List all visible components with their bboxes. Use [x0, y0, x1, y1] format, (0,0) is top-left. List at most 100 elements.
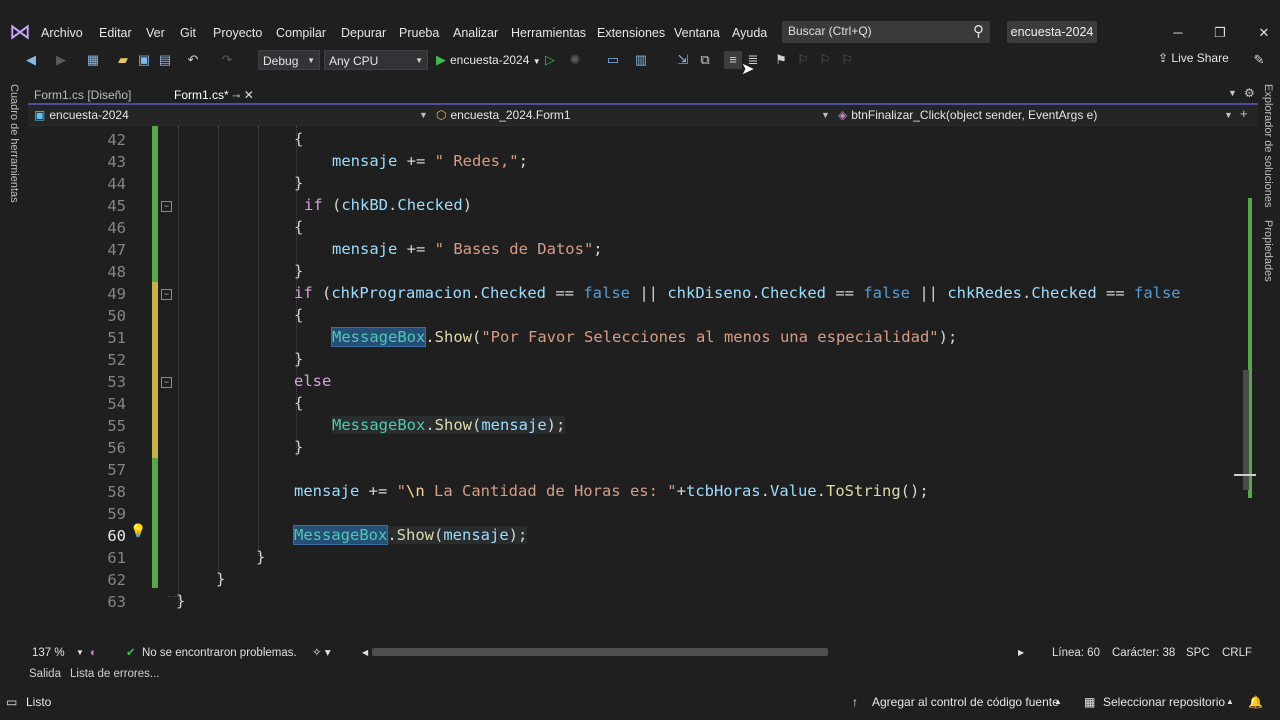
code-line: MessageBox.Show(mensaje); [332, 416, 566, 434]
toolbox-tab[interactable]: Cuadro de herramientas [8, 84, 20, 203]
project-dropdown[interactable]: ▣ encuesta-2024 [34, 106, 129, 124]
scroll-right-icon[interactable]: ▶ [1018, 645, 1024, 661]
platform-select[interactable]: Any CPU ▼ [324, 50, 428, 70]
line-ending-indicator[interactable]: CRLF [1222, 645, 1252, 661]
copilot-icon[interactable]: ◐ [90, 645, 97, 661]
live-share-button[interactable]: ⇪ Live Share [1158, 51, 1229, 65]
collapse-icon[interactable]: − [161, 377, 172, 388]
chevron-up-icon[interactable]: ▲ [1054, 694, 1062, 710]
visual-studio-logo-icon[interactable]: ⋈ [8, 20, 32, 44]
code-line: mensaje += " Redes,"; [332, 152, 528, 170]
restore-icon[interactable]: ❐ [1210, 24, 1230, 42]
tab-overflow-icon[interactable]: ▼ [1228, 88, 1237, 98]
comment-lines-icon[interactable]: ≡ [724, 51, 742, 69]
collapse-icon[interactable]: − [161, 201, 172, 212]
solution-name-badge[interactable]: encuesta-2024 [1007, 21, 1097, 43]
navigate-back-icon[interactable]: ◀ [22, 51, 40, 69]
solution-explorer-tab[interactable]: Explorador de soluciones [1262, 84, 1274, 208]
run-target-label: encuesta-2024 [450, 53, 530, 67]
close-tab-icon[interactable]: ✕ [244, 88, 254, 102]
select-repository[interactable]: Seleccionar repositorio [1103, 694, 1225, 710]
problems-status[interactable]: No se encontraron problemas. [142, 645, 297, 661]
code-line: } [216, 570, 226, 588]
chevron-down-icon[interactable]: ▼ [419, 106, 428, 124]
menu-editar[interactable]: Editar [99, 24, 132, 42]
zoom-level[interactable]: 137 % [32, 645, 65, 661]
split-add-icon[interactable]: + [1240, 106, 1248, 121]
horizontal-scrollbar[interactable] [372, 648, 828, 656]
open-folder-icon[interactable]: ▰ [114, 51, 132, 69]
new-project-icon[interactable]: ▦ [84, 51, 102, 69]
line-number: 46 [107, 219, 126, 237]
menu-extensiones[interactable]: Extensiones [597, 24, 665, 42]
pin-icon[interactable]: ⊸ [232, 91, 240, 102]
line-indicator[interactable]: Línea: 60 [1052, 645, 1100, 661]
menu-ventana[interactable]: Ventana [674, 24, 720, 42]
redo-icon[interactable]: ↷ [218, 51, 236, 69]
tab-error-list[interactable]: Lista de errores... [70, 666, 159, 682]
configuration-select[interactable]: Debug ▼ [258, 50, 320, 70]
class-dropdown[interactable]: ⬡ encuesta_2024.Form1 [436, 106, 571, 124]
step-icon[interactable]: ⇲ [674, 51, 692, 69]
close-icon[interactable]: ✕ [1254, 24, 1274, 42]
minimize-icon[interactable]: ─ [1168, 24, 1188, 42]
tab-output[interactable]: Salida [29, 666, 61, 682]
bookmark-icon[interactable]: ⚑ [772, 51, 790, 69]
notifications-icon[interactable]: 🔔 [1248, 694, 1263, 710]
code-editor[interactable]: 42 43 44 45 46 47 48 49 50 51 52 53 54 5… [28, 126, 1238, 644]
menu-proyecto[interactable]: Proyecto [213, 24, 262, 42]
chevron-up-icon[interactable]: ▲ [1226, 694, 1234, 710]
hot-reload-icon[interactable]: ✺ [566, 51, 584, 69]
chevron-down-icon: ▼ [532, 57, 541, 66]
chevron-down-icon[interactable]: ▼ [76, 645, 84, 661]
chevron-down-icon[interactable]: ▼ [821, 106, 830, 124]
chevron-down-icon[interactable]: ▼ [1224, 106, 1233, 124]
menu-depurar[interactable]: Depurar [341, 24, 386, 42]
scrollbar-thumb[interactable] [1243, 370, 1249, 490]
line-number-current: 60 [107, 527, 126, 545]
navigate-forward-icon[interactable]: ▶ [52, 51, 70, 69]
collapse-icon[interactable]: − [161, 289, 172, 300]
prev-bookmark-icon[interactable]: ⚐ [794, 51, 812, 69]
menu-ver[interactable]: Ver [146, 24, 165, 42]
change-indicator [152, 126, 158, 282]
menu-archivo[interactable]: Archivo [41, 24, 83, 42]
vertical-scrollbar[interactable] [1234, 126, 1256, 644]
start-debugging-button[interactable]: ▶ encuesta-2024 ▼ [436, 50, 541, 70]
properties-tab[interactable]: Propiedades [1262, 220, 1274, 282]
code-line: { [294, 218, 304, 236]
next-bookmark-icon[interactable]: ⚐ [816, 51, 834, 69]
whitespace-indicator[interactable]: SPC [1186, 645, 1210, 661]
char-indicator[interactable]: Carácter: 38 [1112, 645, 1175, 661]
feedback-icon[interactable]: ✎ [1250, 51, 1268, 69]
settings-gear-icon[interactable]: ⚙ [1244, 86, 1255, 100]
start-without-debugging-icon[interactable]: ▷ [541, 51, 559, 69]
change-indicator [152, 282, 158, 458]
add-to-source-control[interactable]: Agregar al control de código fuente [872, 694, 1059, 710]
save-icon[interactable]: ▣ [135, 51, 153, 69]
line-number: 50 [107, 307, 126, 325]
line-number: 57 [107, 461, 126, 479]
code-line: } [294, 438, 304, 456]
solution-explorer-icon[interactable]: ▭ [604, 51, 622, 69]
line-number: 62 [107, 571, 126, 589]
save-all-icon[interactable]: ▤ [156, 51, 174, 69]
tab-form1-design[interactable]: Form1.cs [Diseño] [28, 86, 137, 104]
scroll-left-icon[interactable]: ◀ [362, 645, 368, 661]
code-line: { [294, 130, 304, 148]
undo-icon[interactable]: ↶ [184, 51, 202, 69]
member-dropdown[interactable]: ◈ btnFinalizar_Click(object sender, Event… [838, 106, 1097, 124]
format-icon[interactable]: ⧉ [696, 51, 714, 69]
layout-icon[interactable]: ▥ [632, 51, 650, 69]
menu-ayuda[interactable]: Ayuda [732, 24, 767, 42]
menu-analizar[interactable]: Analizar [453, 24, 498, 42]
menu-prueba[interactable]: Prueba [399, 24, 439, 42]
share-icon: ⇪ [1158, 51, 1172, 65]
clear-bookmarks-icon[interactable]: ⚐ [838, 51, 856, 69]
lightbulb-icon[interactable]: 💡 [130, 523, 146, 539]
menu-compilar[interactable]: Compilar [276, 24, 326, 42]
menu-herramientas[interactable]: Herramientas [511, 24, 586, 42]
search-box[interactable]: Buscar (Ctrl+Q) ⚲ [782, 21, 990, 43]
cleanup-brush-icon[interactable]: ✧ ▾ [312, 645, 331, 661]
menu-git[interactable]: Git [180, 24, 196, 42]
